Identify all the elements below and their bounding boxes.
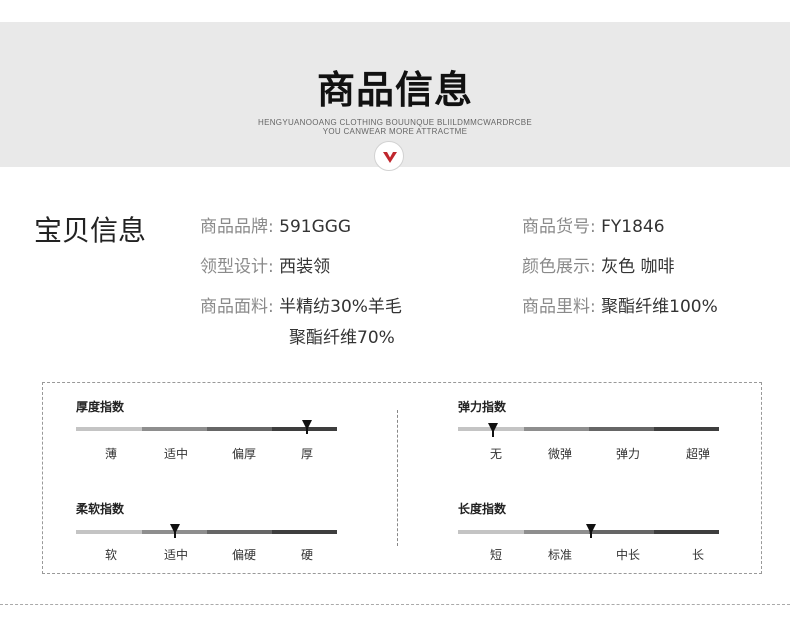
collar-value: 西装领 — [279, 257, 331, 277]
sku-label: 商品货号: — [522, 217, 596, 237]
thickness-scale-seg-2 — [142, 427, 207, 431]
fabric-value-2: 聚酯纤维70% — [289, 328, 395, 348]
thickness-level-3: 偏厚 — [231, 447, 256, 461]
elasticity-marker-icon — [488, 423, 498, 437]
length-level-2: 标准 — [547, 548, 572, 562]
elasticity-level-1: 无 — [489, 447, 502, 461]
length-scale-seg-1 — [458, 530, 524, 534]
thickness-level-1: 薄 — [104, 447, 117, 461]
length-marker-icon — [586, 524, 596, 538]
info-row-collar: 领型设计: 西装领 — [200, 255, 330, 279]
length-level-4: 长 — [691, 548, 704, 562]
lining-label: 商品里料: — [522, 297, 596, 317]
thickness-index-title: 厚度指数 — [76, 400, 125, 414]
softness-scale-seg-4 — [272, 530, 337, 534]
indices-divider — [397, 410, 398, 546]
chevron-down-icon — [383, 152, 397, 163]
info-row-fabric: 商品面料: 半精纺30%羊毛 — [200, 295, 402, 319]
lining-value: 聚酯纤维100% — [601, 297, 718, 317]
thickness-scale-seg-3 — [207, 427, 272, 431]
length-level-3: 中长 — [615, 548, 640, 562]
banner-title: 商品信息 — [316, 68, 473, 112]
thickness-level-2: 适中 — [163, 447, 188, 461]
elasticity-level-3: 弹力 — [615, 447, 640, 461]
length-scale-seg-2 — [524, 530, 589, 534]
section-title-product-info: 宝贝信息 — [34, 214, 147, 247]
banner-subtitle-line1: HENGYUANOOANG CLOTHING BOUUNQUE BLIILDMM… — [258, 118, 532, 127]
info-row-sku: 商品货号: FY1846 — [522, 215, 665, 239]
brand-value: 591GGG — [279, 217, 352, 237]
collar-label: 领型设计: — [200, 257, 274, 277]
color-value: 灰色 咖啡 — [601, 257, 675, 277]
length-index-title: 长度指数 — [458, 502, 507, 516]
bottom-divider — [0, 604, 790, 605]
brand-label: 商品品牌: — [200, 217, 274, 237]
elasticity-level-4: 超弹 — [685, 447, 710, 461]
length-level-1: 短 — [489, 548, 502, 562]
thickness-scale-seg-1 — [76, 427, 142, 431]
color-label: 颜色展示: — [522, 257, 596, 277]
softness-level-4: 硬 — [300, 548, 313, 562]
elasticity-scale-seg-4 — [654, 427, 719, 431]
fabric-label: 商品面料: — [200, 297, 274, 317]
fabric-value-1: 半精纺30%羊毛 — [279, 297, 402, 317]
thickness-marker-icon — [302, 420, 312, 434]
elasticity-index-title: 弹力指数 — [458, 400, 507, 414]
elasticity-level-2: 微弹 — [547, 447, 572, 461]
elasticity-scale-seg-3 — [589, 427, 654, 431]
softness-level-2: 适中 — [163, 548, 188, 562]
elasticity-scale-seg-2 — [524, 427, 589, 431]
softness-level-1: 软 — [104, 548, 117, 562]
header-banner: 商品信息 HENGYUANOOANG CLOTHING BOUUNQUE BLI… — [0, 22, 790, 171]
thickness-level-4: 厚 — [300, 447, 313, 461]
length-scale-seg-4 — [654, 530, 719, 534]
info-row-color: 颜色展示: 灰色 咖啡 — [522, 255, 675, 279]
softness-marker-icon — [170, 524, 180, 538]
softness-scale-seg-3 — [207, 530, 272, 534]
length-scale-seg-3 — [589, 530, 654, 534]
scroll-down-badge — [374, 141, 404, 171]
info-row-lining: 商品里料: 聚酯纤维100% — [522, 295, 718, 319]
softness-level-3: 偏硬 — [231, 548, 256, 562]
softness-scale-seg-1 — [76, 530, 142, 534]
banner-subtitle-line2: YOU CANWEAR MORE ATTRACTME — [322, 127, 468, 136]
sku-value: FY1846 — [601, 217, 665, 237]
softness-index-title: 柔软指数 — [76, 502, 125, 516]
info-row-brand: 商品品牌: 591GGG — [200, 215, 351, 239]
